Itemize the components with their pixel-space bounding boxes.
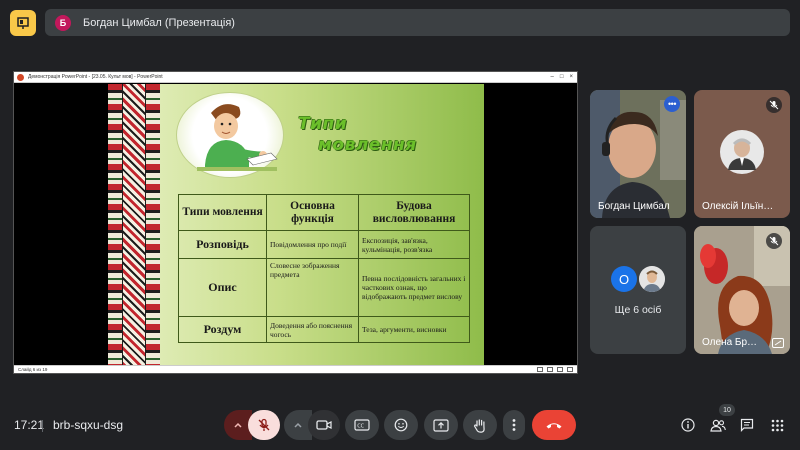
slideshow-icon [567,367,573,372]
chat-button[interactable] [738,416,756,434]
window-controls: – □ × [551,74,577,80]
raise-hand-button[interactable] [463,410,497,440]
participant-tile[interactable]: ••• Богдан Цимбал [590,90,686,218]
boy-reading-illustration [176,92,284,178]
apps-grid-icon [771,419,783,431]
speech-type-structure: Певна послідовність загальних і часткови… [358,258,470,317]
meeting-details-button[interactable] [679,416,697,434]
others-tile[interactable]: О Ще 6 осіб [590,226,686,354]
more-vert-icon [512,419,516,431]
hand-icon [473,418,485,433]
slide-title-line2: мовлення [318,135,417,156]
speech-type-structure: Експозиція, зав'язка, кульмінація, розв'… [358,230,470,259]
reading-view-icon [557,367,563,372]
shared-screen: Демонстрація PowerPoint - [23.05. Культ … [13,71,578,374]
participant-name: Богдан Цимбал [598,201,670,212]
close-icon: × [569,74,573,80]
camera-toggle-button[interactable] [308,410,340,440]
mic-off-icon [766,97,782,113]
captions-button[interactable]: CC [345,410,379,440]
present-screen-button[interactable] [424,410,458,440]
mic-off-icon [258,418,270,431]
mic-off-icon [766,233,782,249]
emoji-icon [394,418,408,432]
speech-type-name: Розповідь [178,230,267,259]
presentation-title-bar: Б Богдан Цимбал (Презентація) [45,9,790,36]
powerpoint-icon [17,73,24,81]
divider [42,420,43,432]
more-options-button[interactable] [503,410,525,440]
speech-type-name: Роздум [178,316,267,343]
powerpoint-statusbar: Слайд 6 из 19 [14,365,577,373]
presentation-icon-button[interactable] [10,10,36,36]
table-row: Опис Словесне зображення предмета Певна … [178,258,470,317]
table-row: Роздум Доведення або пояснення чогось Те… [178,316,470,343]
info-icon [681,418,695,432]
powerpoint-window-title: Демонстрація PowerPoint - [23.05. Культ … [28,74,163,80]
speech-type-function: Доведення або пояснення чогось [266,316,359,343]
others-count-label: Ще 6 осіб [614,304,662,316]
people-icon [710,419,726,432]
presentation-title: Богдан Цимбал (Презентація) [83,16,235,29]
emoji-reactions-button[interactable] [384,410,418,440]
present-icon [433,418,449,432]
others-avatars: О [611,266,665,292]
camera-icon [316,420,332,430]
leave-call-button[interactable] [532,410,576,440]
clock: 17:21 [14,418,45,432]
participant-count-badge: 10 [719,404,735,416]
view-buttons [537,367,573,372]
hang-up-icon [546,423,562,429]
minimize-icon: – [550,74,554,80]
participant-tile[interactable]: Олексій Ільїн… [694,90,790,218]
speech-types-table: Типи мовлення Основна функція Будова вис… [178,194,470,343]
table-row: Розповідь Повідомлення про події Експози… [178,230,470,259]
chevron-up-icon [234,422,242,428]
table-header: Типи мовлення [178,194,267,231]
presentation-icon [17,17,29,29]
chevron-up-icon [294,422,302,428]
participant-avatar [720,130,764,174]
slide: Типи мовлення Типи мовлення Основна функ… [108,84,484,366]
maximize-icon: □ [559,74,564,80]
table-header: Будова висловлювання [358,194,470,231]
other-avatar-photo [639,266,665,292]
embroidery-ornament [108,84,160,366]
powerpoint-titlebar: Демонстрація PowerPoint - [23.05. Культ … [14,72,577,83]
meet-window: Б Богдан Цимбал (Презентація) Демонстрац… [0,0,800,450]
participant-tile[interactable]: Олена Бр… [694,226,790,354]
speech-type-function: Повідомлення про події [266,230,359,259]
people-button[interactable] [709,416,727,434]
meeting-code: brb-sqxu-dsg [53,418,124,432]
chat-icon [740,418,754,432]
table-header-row: Типи мовлення Основна функція Будова вис… [178,194,470,231]
closed-captions-icon: CC [354,419,370,431]
table-header: Основна функція [266,194,359,231]
microphone-toggle-button[interactable] [248,410,280,440]
participant-name: Олексій Ільїн… [702,201,774,212]
slide-counter: Слайд 6 из 19 [18,367,48,372]
speech-type-function: Словесне зображення предмета [266,258,359,317]
activities-button[interactable] [768,416,786,434]
participant-name: Олена Бр… [702,337,758,348]
other-avatar: О [611,266,637,292]
svg-text:CC: CC [357,423,364,429]
speech-type-structure: Теза, аргументи, висновки [358,316,470,343]
slide-title-line1: Типи [298,114,348,134]
pin-icon[interactable] [772,338,784,348]
more-options-icon[interactable]: ••• [664,96,680,112]
presenter-avatar: Б [55,14,71,31]
normal-view-icon [537,367,543,372]
slide-sorter-icon [547,367,553,372]
speech-type-name: Опис [178,258,267,317]
slide-title: Типи мовлення [298,114,417,157]
